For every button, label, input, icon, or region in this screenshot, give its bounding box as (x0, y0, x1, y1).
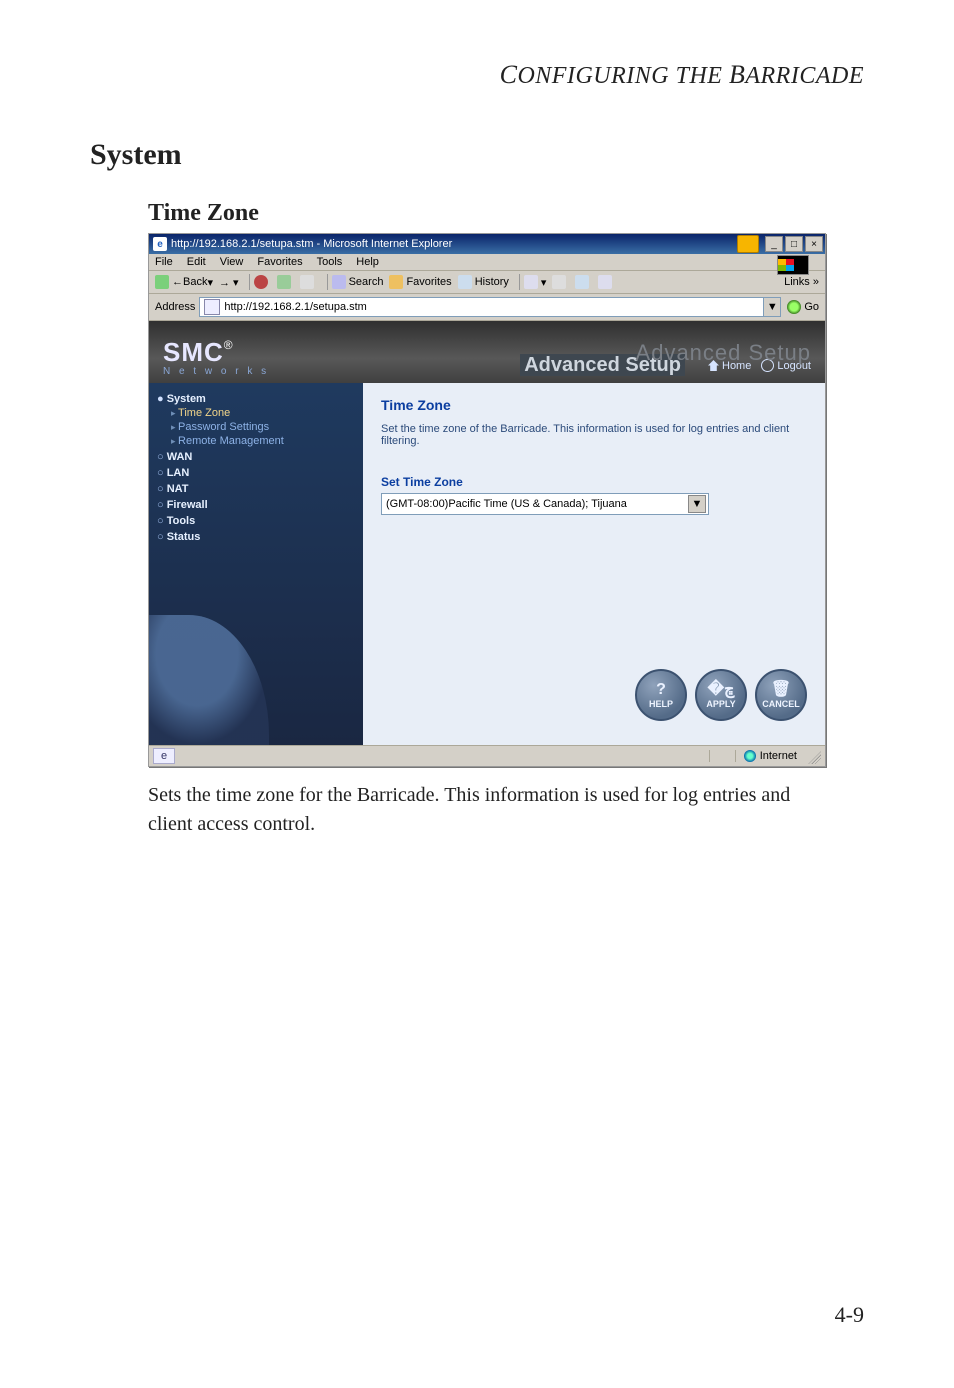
toolbar: ← Back ▾ → ▾ Search Favorites History ▾ … (149, 271, 825, 294)
brand-logo: SMC® N e t w o r k s (163, 339, 269, 377)
sidebar-group-lan[interactable]: LAN (157, 467, 353, 479)
page-icon (204, 299, 220, 315)
apply-button[interactable]: �ڇ APPLY (695, 669, 747, 721)
content-description: Set the time zone of the Barricade. This… (381, 423, 801, 447)
status-zone-label: Internet (760, 750, 797, 762)
sidebar-group-nat[interactable]: NAT (157, 483, 353, 495)
content-heading: Time Zone (381, 397, 807, 413)
go-icon (787, 300, 801, 314)
realplayer-icon[interactable] (737, 235, 759, 253)
menu-help[interactable]: Help (356, 256, 379, 268)
brand-subtitle: N e t w o r k s (163, 367, 269, 377)
print-icon (552, 275, 566, 289)
page-number: 4-9 (835, 1302, 864, 1328)
discuss-button[interactable] (598, 275, 615, 289)
time-zone-select[interactable]: (GMT-08:00)Pacific Time (US & Canada); T… (381, 493, 709, 515)
running-head: CONFIGURING THE BARRICADE (90, 60, 864, 90)
favorites-button[interactable]: Favorites (389, 275, 451, 289)
status-zone-section: Internet (735, 750, 805, 762)
print-button[interactable] (552, 275, 569, 289)
address-label: Address (155, 301, 195, 313)
menu-edit[interactable]: Edit (187, 256, 206, 268)
stop-icon (254, 275, 268, 289)
status-empty-section (709, 750, 735, 762)
go-button[interactable]: Go (787, 300, 819, 314)
edit-icon (575, 275, 589, 289)
forward-button[interactable]: → ▾ (219, 276, 239, 289)
action-buttons: ? HELP �ڇ APPLY 🗑 CANCEL (635, 669, 807, 721)
content-panel: Time Zone Set the time zone of the Barri… (363, 383, 825, 745)
mail-button[interactable]: ▾ (524, 275, 547, 289)
ie-throbber-icon (777, 255, 809, 275)
brand-name: SMC (163, 337, 224, 367)
app-body: System Time Zone Password Settings Remot… (149, 383, 825, 745)
home-button[interactable] (300, 275, 317, 289)
discuss-icon (598, 275, 612, 289)
menu-tools[interactable]: Tools (317, 256, 343, 268)
sidebar-item-time-zone[interactable]: Time Zone (171, 407, 353, 419)
history-button[interactable]: History (458, 275, 509, 289)
address-value: http://192.168.2.1/setupa.stm (224, 301, 366, 313)
sidebar-group-firewall[interactable]: Firewall (157, 499, 353, 511)
status-page-icon: e (153, 748, 175, 764)
back-button[interactable]: ← Back ▾ (155, 275, 213, 289)
search-button[interactable]: Search (332, 275, 384, 289)
section-heading: System (90, 138, 864, 172)
stop-button[interactable] (254, 275, 271, 289)
sidebar-group-wan[interactable]: WAN (157, 451, 353, 463)
sidebar-group-status[interactable]: Status (157, 531, 353, 543)
home-icon (300, 275, 314, 289)
help-button[interactable]: ? HELP (635, 669, 687, 721)
history-icon (458, 275, 472, 289)
header-ghost-text: Advanced Setup (520, 340, 811, 366)
subsection-heading: Time Zone (148, 200, 864, 227)
refresh-button[interactable] (277, 275, 294, 289)
address-dropdown-button[interactable]: ▼ (764, 297, 781, 317)
globe-icon (744, 750, 756, 762)
menu-bar: File Edit View Favorites Tools Help (149, 254, 825, 271)
favorites-icon (389, 275, 403, 289)
menu-favorites[interactable]: Favorites (257, 256, 302, 268)
links-button[interactable]: Links » (784, 276, 819, 288)
cancel-icon: 🗑 (771, 682, 791, 698)
maximize-button[interactable]: □ (785, 236, 803, 252)
status-bar: e Internet (149, 745, 825, 766)
resize-grip-icon[interactable] (805, 748, 821, 764)
set-time-zone-label: Set Time Zone (381, 475, 807, 489)
chevron-down-icon: ▼ (688, 495, 706, 513)
back-arrow-icon (155, 275, 169, 289)
close-button[interactable]: × (805, 236, 823, 252)
menu-view[interactable]: View (220, 256, 244, 268)
app-header: SMC® N e t w o r k s Advanced Setup Adva… (149, 321, 825, 383)
search-icon (332, 275, 346, 289)
sidebar-group-tools[interactable]: Tools (157, 515, 353, 527)
address-bar: Address http://192.168.2.1/setupa.stm ▼ … (149, 294, 825, 321)
address-input[interactable]: http://192.168.2.1/setupa.stm (199, 297, 764, 317)
mail-icon (524, 275, 538, 289)
menu-file[interactable]: File (155, 256, 173, 268)
running-head-text: CONFIGURING THE BARRICADE (500, 63, 864, 89)
sidebar-item-remote-management[interactable]: Remote Management (171, 435, 353, 447)
sidebar-group-system[interactable]: System (157, 393, 353, 405)
ie-icon: e (153, 237, 167, 251)
time-zone-selected-value: (GMT-08:00)Pacific Time (US & Canada); T… (386, 498, 627, 510)
minimize-button[interactable]: _ (765, 236, 783, 252)
sidebar: System Time Zone Password Settings Remot… (149, 383, 363, 745)
help-icon: ? (656, 682, 666, 698)
apply-icon: �ڇ (708, 682, 735, 698)
sidebar-item-password-settings[interactable]: Password Settings (171, 421, 353, 433)
refresh-icon (277, 275, 291, 289)
window-titlebar: e http://192.168.2.1/setupa.stm - Micros… (149, 234, 825, 254)
screenshot-browser-window: e http://192.168.2.1/setupa.stm - Micros… (148, 233, 826, 767)
cancel-button[interactable]: 🗑 CANCEL (755, 669, 807, 721)
sidebar-decorative-image (149, 615, 269, 745)
window-title: http://192.168.2.1/setupa.stm - Microsof… (171, 238, 737, 250)
edit-button[interactable] (575, 275, 592, 289)
body-paragraph: Sets the time zone for the Barricade. Th… (148, 781, 828, 839)
